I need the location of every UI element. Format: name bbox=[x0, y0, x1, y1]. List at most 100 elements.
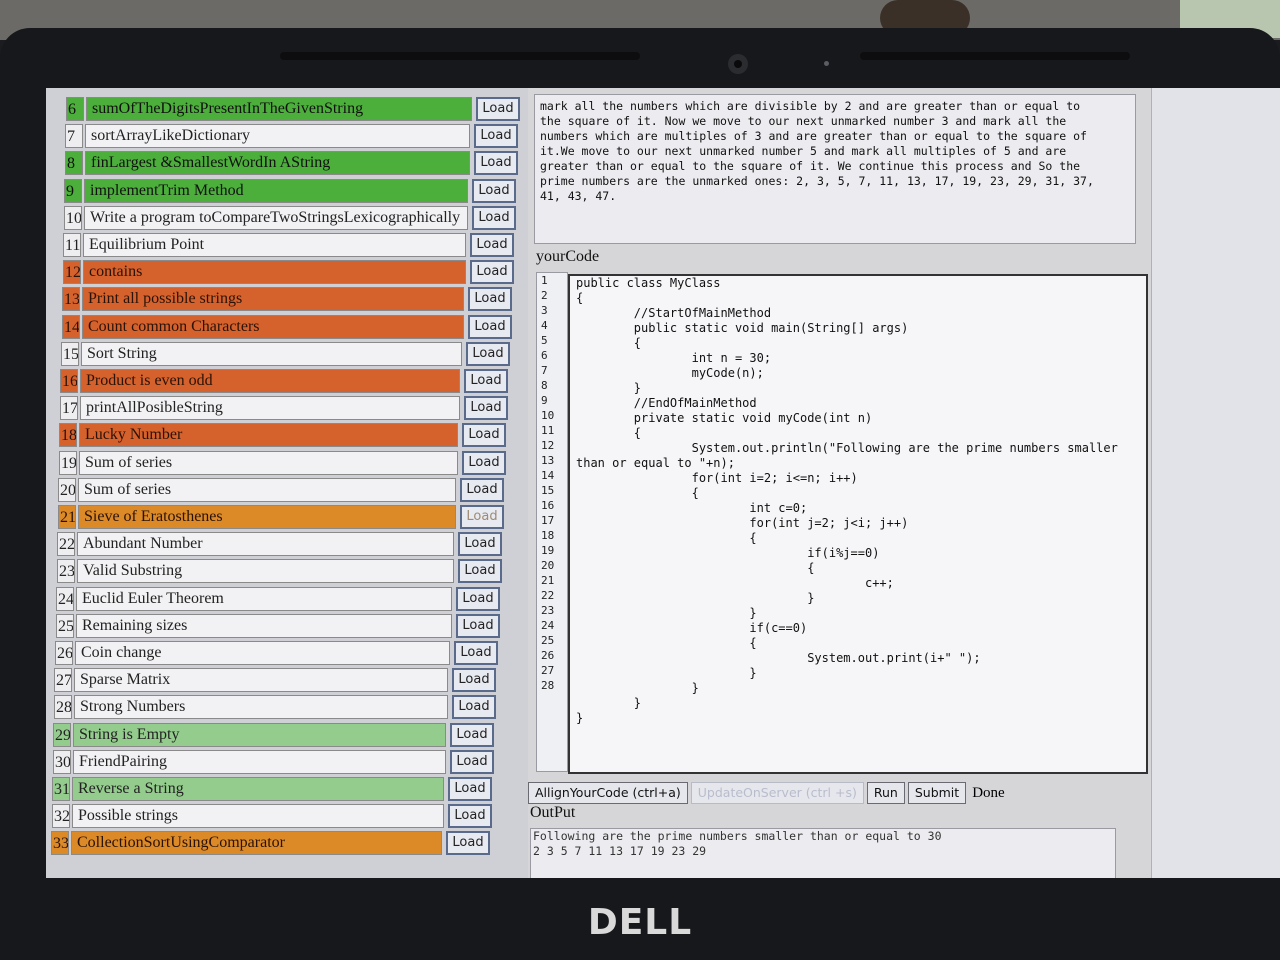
problem-number: 11 bbox=[63, 233, 81, 257]
problem-title[interactable]: Sum of series bbox=[78, 477, 456, 502]
problem-description: mark all the numbers which are divisible… bbox=[534, 94, 1136, 244]
load-button[interactable]: Load bbox=[472, 178, 516, 203]
code-editor[interactable]: public class MyClass { //StartOfMainMeth… bbox=[568, 274, 1148, 774]
line-number: 18 bbox=[541, 529, 555, 542]
line-number: 2 bbox=[541, 289, 548, 302]
line-number: 1 bbox=[541, 274, 548, 287]
load-button[interactable]: Load bbox=[452, 695, 496, 720]
editor-toolbar: AllignYourCode (ctrl+a) UpdateOnServer (… bbox=[528, 782, 1005, 804]
problem-title[interactable]: FriendPairing bbox=[73, 749, 446, 774]
load-button[interactable]: Load bbox=[464, 369, 508, 393]
run-button[interactable]: Run bbox=[866, 782, 905, 804]
load-button[interactable]: Load bbox=[452, 668, 496, 693]
problem-title[interactable]: Sum of series bbox=[79, 450, 458, 475]
problem-title[interactable]: CollectionSortUsingComparator bbox=[71, 831, 442, 856]
load-button[interactable]: Load bbox=[448, 777, 492, 801]
problem-row: 14 Count common Characters Load bbox=[62, 314, 512, 340]
line-number: 7 bbox=[541, 364, 548, 377]
problem-number: 8 bbox=[65, 151, 83, 176]
load-button[interactable]: Load bbox=[468, 287, 512, 312]
line-number: 16 bbox=[541, 499, 555, 512]
problem-title[interactable]: Euclid Euler Theorem bbox=[76, 586, 452, 611]
load-button[interactable]: Load bbox=[446, 831, 490, 856]
load-button[interactable]: Load bbox=[450, 749, 494, 774]
load-button[interactable]: Load bbox=[474, 124, 518, 149]
problem-number: 7 bbox=[65, 124, 83, 149]
problem-title[interactable]: Sieve of Eratosthenes bbox=[78, 505, 456, 529]
problem-number: 32 bbox=[52, 804, 70, 829]
problem-row: 11 Equilibrium Point Load bbox=[63, 232, 514, 258]
brand-logo: DELL bbox=[587, 902, 693, 943]
problem-title[interactable]: Remaining sizes bbox=[76, 613, 452, 638]
problem-row: 29 String is Empty Load bbox=[53, 722, 494, 748]
problem-title[interactable]: printAllPosibleString bbox=[80, 396, 460, 421]
problem-title[interactable]: contains bbox=[83, 260, 466, 285]
load-button[interactable]: Load bbox=[454, 641, 498, 665]
problem-number: 28 bbox=[54, 695, 72, 720]
align-code-button[interactable]: AllignYourCode (ctrl+a) bbox=[528, 782, 688, 804]
problem-title[interactable]: Print all possible strings bbox=[82, 287, 464, 312]
problem-title[interactable]: implementTrim Method bbox=[84, 178, 468, 203]
problem-row: 16 Product is even odd Load bbox=[60, 368, 508, 394]
problem-title[interactable]: Strong Numbers bbox=[74, 695, 448, 720]
problem-title[interactable]: Lucky Number bbox=[79, 423, 458, 448]
problem-title[interactable]: sortArrayLikeDictionary bbox=[85, 124, 470, 149]
problem-title[interactable]: Coin change bbox=[75, 641, 450, 665]
problem-row: 23 Valid Substring Load bbox=[57, 558, 502, 584]
line-number: 20 bbox=[541, 559, 555, 572]
problem-row: 13 Print all possible strings Load bbox=[62, 286, 512, 312]
problem-number: 17 bbox=[60, 396, 78, 421]
load-button[interactable]: Load bbox=[462, 423, 506, 448]
problem-row: 15 Sort String Load bbox=[61, 341, 510, 367]
line-number: 19 bbox=[541, 544, 555, 557]
problem-title[interactable]: String is Empty bbox=[73, 722, 446, 747]
problem-title[interactable]: Write a program toCompareTwoStringsLexic… bbox=[84, 205, 468, 230]
update-on-server-button[interactable]: UpdateOnServer (ctrl +s) bbox=[690, 782, 864, 804]
load-button[interactable]: Load bbox=[458, 532, 502, 557]
load-button[interactable]: Load bbox=[468, 314, 512, 339]
problem-title[interactable]: Sort String bbox=[81, 341, 462, 366]
problem-number: 29 bbox=[53, 722, 71, 747]
load-button[interactable]: Load bbox=[460, 505, 504, 529]
problem-number: 15 bbox=[61, 341, 79, 366]
problem-row: 19 Sum of series Load bbox=[59, 450, 506, 476]
problem-number: 33 bbox=[51, 831, 69, 856]
load-button[interactable]: Load bbox=[464, 396, 508, 421]
line-number: 27 bbox=[541, 664, 555, 677]
problem-row: 27 Sparse Matrix Load bbox=[54, 667, 496, 693]
load-button[interactable]: Load bbox=[450, 722, 494, 747]
problem-title[interactable]: Possible strings bbox=[72, 804, 444, 829]
load-button[interactable]: Load bbox=[456, 613, 500, 638]
problem-title[interactable]: finLargest &SmallestWordIn AString bbox=[85, 151, 470, 176]
problem-row: 6 sumOfTheDigitsPresentInTheGivenString Lo… bbox=[66, 96, 520, 122]
problem-number: 26 bbox=[55, 641, 73, 665]
load-button[interactable]: Load bbox=[448, 804, 492, 829]
load-button[interactable]: Load bbox=[470, 233, 514, 257]
problem-title[interactable]: Count common Characters bbox=[82, 314, 464, 339]
webcam-light-icon bbox=[824, 61, 829, 66]
problem-number: 9 bbox=[64, 178, 82, 203]
load-button[interactable]: Load bbox=[458, 559, 502, 584]
problem-title[interactable]: Reverse a String bbox=[72, 777, 444, 801]
problem-row: 12 contains Load bbox=[63, 259, 514, 285]
line-number: 24 bbox=[541, 619, 555, 632]
load-button[interactable]: Load bbox=[456, 586, 500, 611]
problem-row: 8 finLargest &SmallestWordIn AString Load bbox=[65, 150, 518, 176]
load-button[interactable]: Load bbox=[472, 205, 516, 230]
line-number: 9 bbox=[541, 394, 548, 407]
problem-title[interactable]: sumOfTheDigitsPresentInTheGivenString bbox=[86, 97, 472, 121]
problem-title[interactable]: Abundant Number bbox=[77, 532, 454, 557]
submit-button[interactable]: Submit bbox=[907, 782, 967, 804]
load-button[interactable]: Load bbox=[466, 341, 510, 366]
load-button[interactable]: Load bbox=[476, 97, 520, 121]
load-button[interactable]: Load bbox=[462, 450, 506, 475]
problem-row: 24 Euclid Euler Theorem Load bbox=[56, 586, 500, 612]
load-button[interactable]: Load bbox=[460, 477, 504, 502]
problem-title[interactable]: Equilibrium Point bbox=[83, 233, 466, 257]
load-button[interactable]: Load bbox=[474, 151, 518, 176]
load-button[interactable]: Load bbox=[470, 260, 514, 285]
speaker-grille-right bbox=[860, 52, 1130, 60]
problem-title[interactable]: Valid Substring bbox=[77, 559, 454, 584]
problem-title[interactable]: Sparse Matrix bbox=[74, 668, 448, 693]
problem-title[interactable]: Product is even odd bbox=[80, 369, 460, 393]
